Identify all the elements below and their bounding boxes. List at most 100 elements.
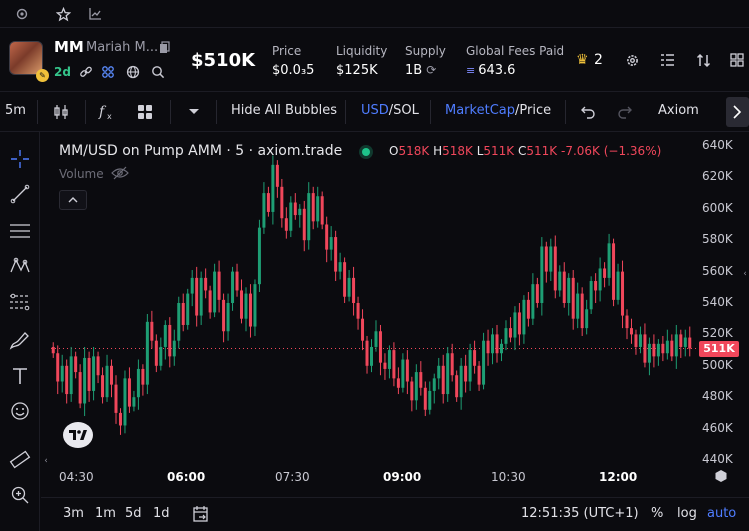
candle-body <box>553 246 557 291</box>
text-icon[interactable] <box>8 364 32 388</box>
price-chart[interactable]: MM/USD on Pump AMM · 5 · axiom.trade O51… <box>41 132 749 497</box>
solana-icon: ≡ <box>466 64 476 77</box>
chevron-up-icon[interactable] <box>59 190 87 210</box>
time-axis-tick: 09:00 <box>383 470 422 484</box>
gear-icon[interactable] <box>12 4 32 24</box>
clock[interactable]: 12:51:35 (UTC+1) <box>521 506 639 521</box>
horizontal-lines-icon[interactable] <box>8 219 32 243</box>
settings-icon[interactable] <box>622 50 642 70</box>
volume-label: Volume <box>59 167 104 181</box>
candle-body <box>136 368 140 398</box>
candle-body <box>629 328 633 335</box>
brush-icon[interactable] <box>8 328 32 352</box>
chevron-down-icon[interactable] <box>183 102 205 122</box>
refresh-icon[interactable]: ⟳ <box>426 63 436 77</box>
log-toggle[interactable]: log <box>677 506 697 521</box>
ohlc-change: -7.06K (−1.36%) <box>561 144 662 158</box>
currency-toggle[interactable]: USD/SOL <box>361 103 419 118</box>
metric-price[interactable]: Price <box>519 103 551 118</box>
pattern-icon[interactable] <box>8 254 32 278</box>
candle-body <box>446 353 450 395</box>
auto-scale-toggle[interactable]: auto <box>707 506 736 521</box>
redo-icon[interactable] <box>614 102 636 122</box>
copy-icon[interactable] <box>158 40 170 54</box>
candle-body <box>459 365 463 398</box>
percent-toggle[interactable]: % <box>651 506 663 521</box>
zoom-in-icon[interactable] <box>8 483 32 507</box>
candle-body <box>132 397 136 407</box>
candle-body <box>374 331 378 347</box>
stat-label-supply: Supply <box>405 44 446 58</box>
fib-icon[interactable] <box>8 290 32 314</box>
trend-line-icon[interactable] <box>8 182 32 206</box>
currency-usd[interactable]: USD <box>361 103 389 118</box>
chevron-left-icon[interactable]: ‹ <box>41 454 51 468</box>
range-1d[interactable]: 1d <box>153 506 170 521</box>
candle-body <box>428 390 432 410</box>
grid-icon[interactable] <box>727 50 747 70</box>
live-status-dot <box>362 148 370 156</box>
currency-sol[interactable]: SOL <box>393 103 419 118</box>
indicators-icon[interactable]: fx <box>96 102 118 122</box>
candle-body <box>661 343 665 354</box>
toolbar-divider <box>216 100 217 124</box>
chevron-right-icon[interactable] <box>726 97 749 127</box>
candle-body <box>441 365 445 395</box>
candle-body <box>190 277 194 294</box>
eye-off-icon[interactable] <box>111 166 129 180</box>
chart-icon[interactable] <box>85 4 105 24</box>
candle-body <box>87 357 91 391</box>
stat-value-global-fees: 643.6 <box>478 63 516 78</box>
toolbar-divider <box>37 100 38 124</box>
candle-body <box>163 324 167 347</box>
link-icon[interactable] <box>78 64 94 80</box>
candle-body <box>504 328 508 344</box>
crosshair-icon[interactable] <box>8 147 32 171</box>
candle-body <box>643 334 647 363</box>
layout-icon[interactable] <box>134 102 156 122</box>
hide-bubbles-button[interactable]: Hide All Bubbles <box>231 103 337 118</box>
ruler-icon[interactable] <box>8 448 32 472</box>
candle-body <box>186 293 190 325</box>
price-axis-tick: 600K <box>702 200 733 215</box>
ohlc-open: 518K <box>398 144 430 158</box>
candle-body <box>123 378 127 426</box>
source-select[interactable]: Axiom <box>658 103 699 118</box>
range-5d[interactable]: 5d <box>125 506 142 521</box>
hexagon-icon[interactable] <box>713 468 729 484</box>
star-icon[interactable] <box>53 4 73 24</box>
candle-body <box>83 357 87 404</box>
candle-body <box>127 378 131 407</box>
range-3m[interactable]: 3m <box>63 506 84 521</box>
candle-body <box>244 293 248 319</box>
candle-body <box>280 186 284 219</box>
calendar-goto-icon[interactable] <box>191 504 211 524</box>
candle-body <box>302 208 306 241</box>
search-icon[interactable] <box>150 64 166 80</box>
list-settings-icon[interactable] <box>657 50 677 70</box>
crown-icon: ♛ <box>576 52 589 68</box>
undo-icon[interactable] <box>577 102 599 122</box>
range-1m[interactable]: 1m <box>95 506 116 521</box>
candles-plot[interactable] <box>41 132 749 497</box>
candle-body <box>580 293 584 329</box>
metric-marketcap[interactable]: MarketCap <box>445 103 515 118</box>
metric-toggle[interactable]: MarketCap/Price <box>445 103 551 118</box>
emoji-icon[interactable] <box>8 399 32 423</box>
candle-body <box>468 350 472 382</box>
price-axis-tick: 480K <box>702 389 733 404</box>
ohlc-h-label: H <box>433 144 443 158</box>
price-axis-tick: 620K <box>702 169 733 184</box>
community-icon[interactable] <box>100 64 116 80</box>
candle-body <box>311 193 315 222</box>
candle-body <box>544 246 548 272</box>
candle-body <box>168 324 172 357</box>
candle-body <box>612 243 616 300</box>
interval-select[interactable]: 5m <box>5 103 26 118</box>
chevron-left-icon[interactable]: ‹ <box>741 264 749 284</box>
candle-body <box>240 290 244 319</box>
globe-icon[interactable] <box>125 64 141 80</box>
sort-icon[interactable] <box>693 50 713 70</box>
tradingview-logo[interactable] <box>63 422 93 448</box>
candles-icon[interactable] <box>50 102 72 122</box>
